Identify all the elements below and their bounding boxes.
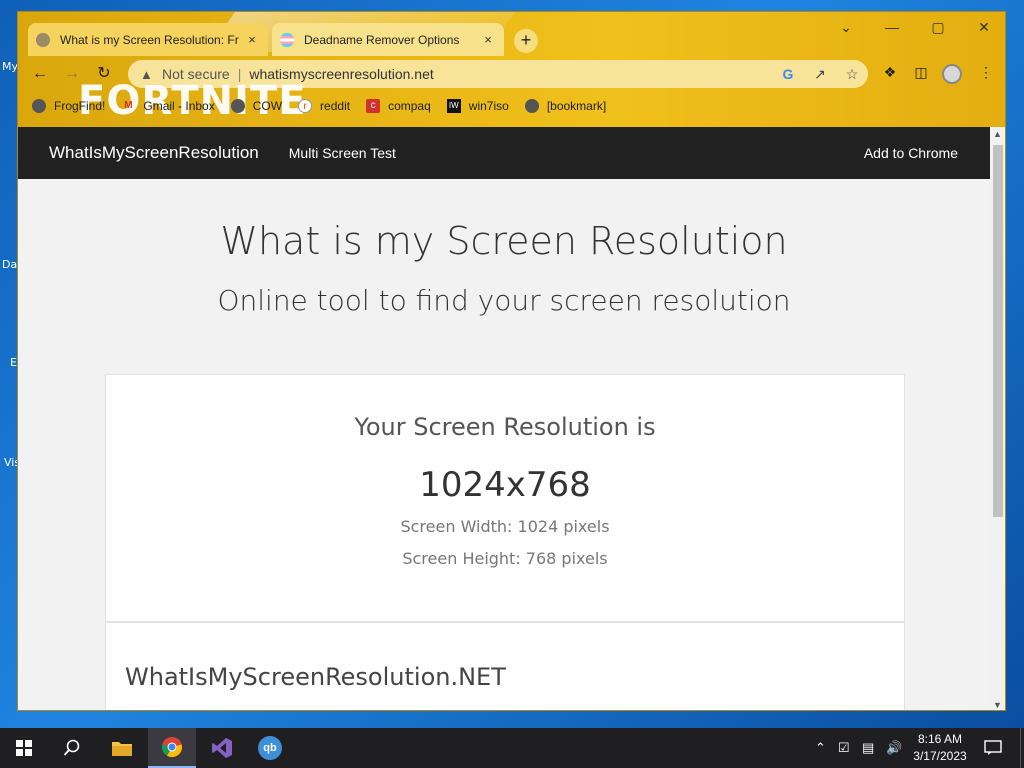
screen-width-text: Screen Width: 1024 pixels xyxy=(400,517,610,536)
bookmark-label: reddit xyxy=(320,99,351,113)
back-arrow-icon[interactable]: ← xyxy=(30,64,50,84)
bookmark-frogfind[interactable]: FrogFind! xyxy=(32,99,105,113)
desktop-icon-label[interactable]: Da xyxy=(2,258,17,271)
google-lens-icon[interactable]: G xyxy=(772,66,804,82)
add-to-chrome-link[interactable]: Add to Chrome xyxy=(864,145,958,161)
extensions-puzzle-icon[interactable]: ❖ xyxy=(878,64,902,84)
page-viewport: WhatIsMyScreenResolution Multi Screen Te… xyxy=(18,127,990,710)
taskbar-clock[interactable]: 8:16 AM 3/17/2023 xyxy=(906,731,974,765)
visual-studio-button[interactable] xyxy=(198,728,246,768)
restore-button[interactable]: ▢ xyxy=(915,12,961,42)
bookmark-cow[interactable]: COW xyxy=(230,99,283,113)
page-subtitle: Online tool to find your screen resoluti… xyxy=(217,284,791,317)
side-panel-icon[interactable]: ◫ xyxy=(909,64,933,84)
bookmark-win7iso[interactable]: IW win7iso xyxy=(446,99,509,113)
scrollbar-thumb[interactable] xyxy=(993,145,1003,517)
bookmark-compaq[interactable]: c compaq xyxy=(366,99,431,113)
qbittorrent-button[interactable]: qb xyxy=(246,728,294,768)
show-desktop-button[interactable] xyxy=(1020,728,1024,768)
tab-deadname-remover[interactable]: Deadname Remover Options × xyxy=(272,23,504,56)
notifications-icon[interactable] xyxy=(984,728,1002,768)
tab-screen-resolution[interactable]: What is my Screen Resolution: Fr × xyxy=(28,23,268,56)
tab-title: What is my Screen Resolution: Fr xyxy=(60,32,239,47)
bookmark-last[interactable]: [bookmark] xyxy=(524,99,607,113)
extension-flag-icon xyxy=(280,32,294,47)
taskbar: qb ⌃ ☑ ▤ 🔊 8:16 AM 3/17/2023 xyxy=(0,728,1024,768)
site-navbar: WhatIsMyScreenResolution Multi Screen Te… xyxy=(18,127,990,179)
bookmark-label: win7iso xyxy=(468,99,509,113)
file-explorer-button[interactable] xyxy=(98,728,146,768)
reddit-icon: r xyxy=(298,99,313,113)
volume-icon[interactable]: 🔊 xyxy=(886,728,902,768)
site-brand-link[interactable]: WhatIsMyScreenResolution xyxy=(49,143,259,163)
page-scrollbar[interactable]: ▲ ▼ xyxy=(990,127,1005,710)
desktop-icon-label[interactable]: My xyxy=(2,60,18,73)
network-icon[interactable]: ▤ xyxy=(862,728,874,768)
windows-logo-icon xyxy=(16,740,32,756)
gmail-icon: M xyxy=(124,100,133,111)
profile-avatar[interactable] xyxy=(942,64,966,84)
bookmark-label: compaq xyxy=(388,99,431,113)
info-card-title: WhatIsMyScreenResolution.NET xyxy=(125,663,506,691)
folder-icon xyxy=(112,742,132,756)
browser-window: What is my Screen Resolution: Fr × Deadn… xyxy=(17,11,1006,711)
visual-studio-icon xyxy=(212,738,232,758)
bookmark-reddit[interactable]: r reddit xyxy=(298,99,350,113)
win7iso-icon: IW xyxy=(446,99,461,113)
globe-icon xyxy=(36,32,50,47)
tab-title: Deadname Remover Options xyxy=(304,32,460,47)
resolution-value: 1024x768 xyxy=(419,465,591,505)
screen-height-text: Screen Height: 768 pixels xyxy=(402,549,608,568)
qbittorrent-icon: qb xyxy=(258,736,282,760)
url-text[interactable]: whatismyscreenresolution.net xyxy=(249,66,772,82)
compaq-icon: c xyxy=(366,99,381,113)
clock-date: 3/17/2023 xyxy=(913,749,967,763)
chrome-taskbar-button[interactable] xyxy=(148,728,196,768)
bookmark-label: Gmail - Inbox xyxy=(143,99,215,113)
scroll-down-arrow-icon[interactable]: ▼ xyxy=(993,700,1002,710)
share-icon[interactable]: ↗ xyxy=(804,66,836,83)
search-button[interactable] xyxy=(48,728,96,768)
bookmark-label: FrogFind! xyxy=(54,99,106,113)
bookmark-star-icon[interactable]: ☆ xyxy=(836,66,868,83)
tab-search-chevron-down-icon[interactable]: ⌄ xyxy=(823,12,869,42)
minimize-button[interactable]: — xyxy=(869,12,915,42)
desktop-icon-label[interactable]: E xyxy=(10,356,17,369)
globe-icon xyxy=(524,99,539,113)
globe-icon xyxy=(32,99,46,113)
new-tab-button[interactable]: + xyxy=(514,29,538,53)
page-title: What is my Screen Resolution xyxy=(220,219,788,263)
bookmark-label: [bookmark] xyxy=(546,99,607,113)
bookmark-label: COW xyxy=(252,99,283,113)
start-button[interactable] xyxy=(0,728,48,768)
info-card: WhatIsMyScreenResolution.NET xyxy=(105,622,905,710)
search-icon xyxy=(63,739,80,756)
chrome-icon xyxy=(161,737,183,758)
bookmark-gmail[interactable]: M Gmail - Inbox xyxy=(121,99,215,113)
bookmarks-bar: FrogFind! M Gmail - Inbox COW r reddit c… xyxy=(18,94,1005,118)
resolution-card: Your Screen Resolution is 1024x768 Scree… xyxy=(105,374,905,622)
kebab-menu-icon[interactable]: ⋮ xyxy=(974,64,998,84)
tab-close-icon[interactable]: × xyxy=(480,32,496,47)
globe-icon xyxy=(230,99,245,113)
multi-screen-test-link[interactable]: Multi Screen Test xyxy=(289,145,396,161)
resolution-card-title: Your Screen Resolution is xyxy=(354,413,656,441)
close-window-button[interactable]: ✕ xyxy=(961,12,1005,42)
clock-time: 8:16 AM xyxy=(917,732,963,746)
security-tray-icon[interactable]: ☑ xyxy=(838,728,850,768)
tab-close-icon[interactable]: × xyxy=(244,32,260,47)
show-hidden-icons-chevron-up-icon[interactable]: ⌃ xyxy=(815,728,826,768)
scroll-up-arrow-icon[interactable]: ▲ xyxy=(993,129,1002,139)
